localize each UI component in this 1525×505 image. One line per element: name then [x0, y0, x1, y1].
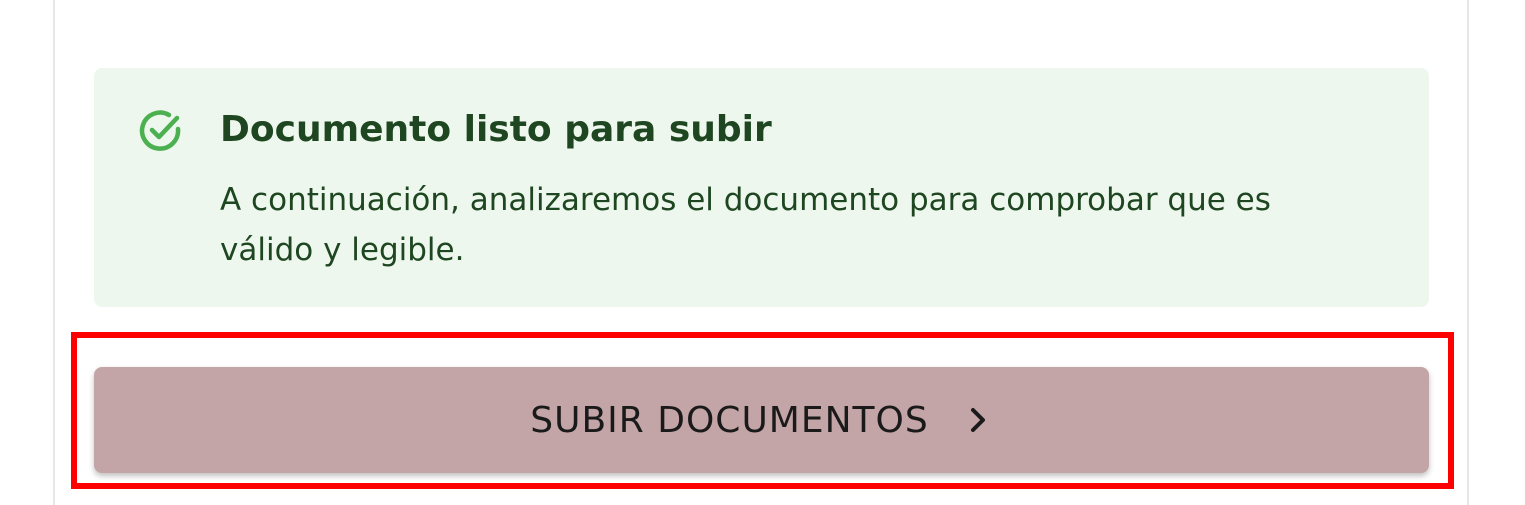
alert-title: Documento listo para subir [220, 109, 772, 150]
success-alert: Documento listo para subir A continuació… [94, 68, 1429, 307]
chevron-right-icon [963, 405, 993, 435]
alert-message: A continuación, analizaremos el document… [220, 182, 1271, 268]
check-circle-icon [136, 106, 186, 156]
upload-documents-button[interactable]: SUBIR DOCUMENTOS [94, 367, 1429, 473]
upload-button-label: SUBIR DOCUMENTOS [530, 399, 929, 441]
page: Documento listo para subir A continuació… [0, 0, 1525, 505]
